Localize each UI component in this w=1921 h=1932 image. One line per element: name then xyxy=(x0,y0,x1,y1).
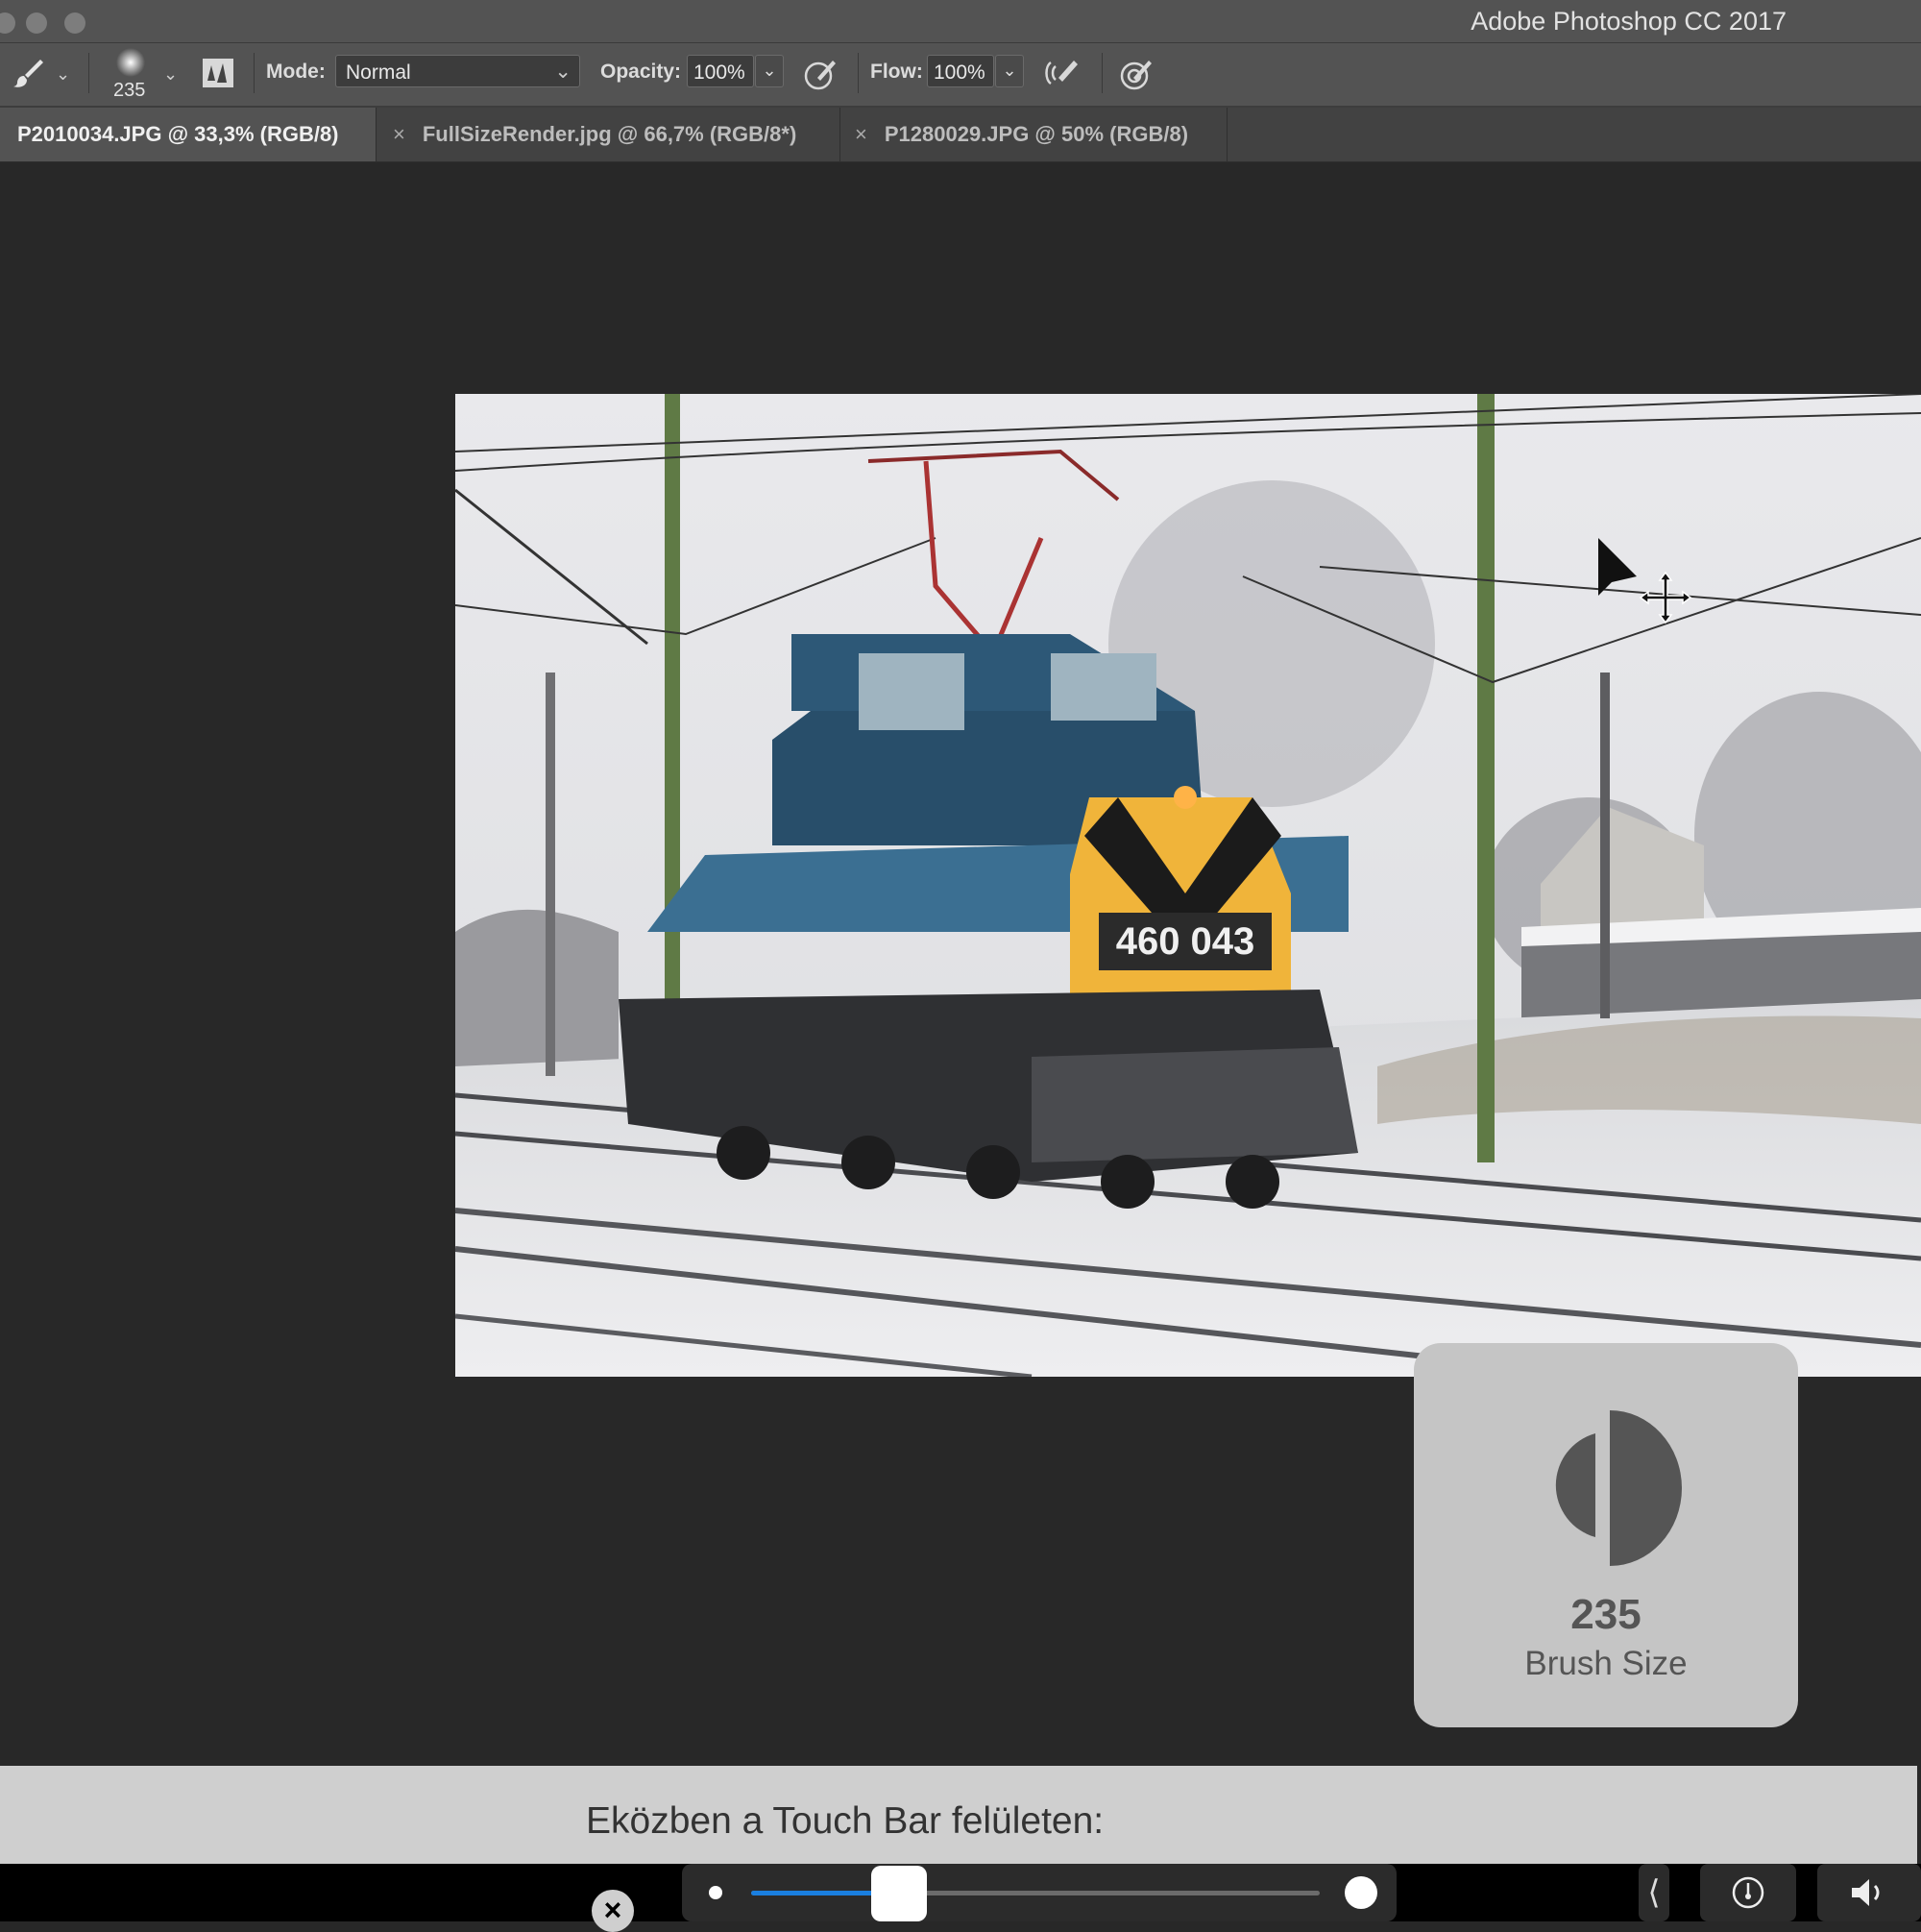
close-window-button[interactable] xyxy=(0,12,15,34)
canvas-image[interactable]: 460 043 xyxy=(455,394,1921,1377)
large-brush-icon xyxy=(1345,1876,1377,1909)
app-title: Adobe Photoshop CC 2017 xyxy=(1471,7,1787,36)
separator xyxy=(1102,53,1103,93)
separator xyxy=(254,53,255,93)
flow-input[interactable]: 100% xyxy=(927,55,994,87)
move-cursor-icon xyxy=(1598,538,1704,648)
opacity-input[interactable]: 100% xyxy=(687,55,754,87)
brush-size-hud: 235 Brush Size xyxy=(1414,1343,1798,1727)
separator xyxy=(88,53,89,93)
tab-label: P1280029.JPG @ 50% (RGB/8) xyxy=(884,122,1189,146)
flow-dropdown-button[interactable]: ⌄ xyxy=(995,55,1024,87)
brush-size-readout: 235 xyxy=(113,80,146,101)
tab-label: P2010034.JPG @ 33,3% (RGB/8) xyxy=(17,122,339,146)
chevron-left-icon: ⟨ xyxy=(1647,1874,1661,1911)
brush-size-icon xyxy=(1538,1410,1682,1571)
locomotive-number: 460 043 xyxy=(1116,920,1255,963)
hud-label: Brush Size xyxy=(1524,1645,1688,1682)
opacity-value: 100% xyxy=(693,61,745,84)
title-bar: Adobe Photoshop CC 2017 xyxy=(0,0,1921,43)
touchbar-brightness-button[interactable] xyxy=(1700,1864,1796,1921)
opacity-dropdown-button[interactable]: ⌄ xyxy=(755,55,784,87)
flow-value: 100% xyxy=(934,61,985,84)
brush-preset-icon[interactable] xyxy=(115,47,146,83)
touchbar-close-button[interactable]: × xyxy=(592,1890,634,1932)
brush-size-slider[interactable] xyxy=(682,1864,1397,1921)
tab-label: FullSizeRender.jpg @ 66,7% (RGB/8*) xyxy=(422,122,797,146)
tab-fullsizerender[interactable]: × FullSizeRender.jpg @ 66,7% (RGB/8*) xyxy=(377,108,840,161)
close-icon[interactable]: × xyxy=(393,122,405,146)
tab-p1280029[interactable]: × P1280029.JPG @ 50% (RGB/8) xyxy=(841,108,1228,161)
close-icon[interactable]: × xyxy=(855,122,867,146)
document-tabs: P2010034.JPG @ 33,3% (RGB/8) × FullSizeRe… xyxy=(0,108,1921,162)
minimize-window-button[interactable] xyxy=(26,12,47,34)
options-bar: ⌄ 235 ⌄ Mode: Normal ⌄ Opacity: 100% ⌄ F… xyxy=(0,43,1921,108)
brush-icon[interactable] xyxy=(12,57,44,94)
mode-label: Mode: xyxy=(266,61,326,83)
mode-select[interactable]: Normal ⌄ xyxy=(335,55,580,87)
slider-track[interactable] xyxy=(751,1866,1320,1921)
pressure-opacity-icon[interactable] xyxy=(804,57,839,96)
small-brush-icon xyxy=(709,1886,722,1899)
caption-text: Eközben a Touch Bar felületen: xyxy=(586,1800,1105,1842)
volume-icon xyxy=(1850,1877,1888,1913)
chevron-down-icon[interactable]: ⌄ xyxy=(56,64,70,85)
hud-value: 235 xyxy=(1570,1591,1641,1638)
opacity-label: Opacity: xyxy=(600,61,682,83)
chevron-down-icon: ⌄ xyxy=(554,61,571,83)
touchbar-volume-button[interactable] xyxy=(1817,1864,1921,1921)
caption-strip: Eközben a Touch Bar felületen: xyxy=(0,1766,1917,1864)
close-icon: × xyxy=(603,1893,622,1927)
toggle-brush-panel-icon[interactable] xyxy=(202,58,234,93)
touchbar-collapse-button[interactable]: ⟨ xyxy=(1639,1864,1669,1921)
mode-value: Normal xyxy=(346,61,411,84)
airbrush-icon[interactable] xyxy=(1043,57,1082,94)
brightness-icon xyxy=(1731,1875,1765,1915)
pressure-size-icon[interactable] xyxy=(1120,57,1155,96)
separator xyxy=(858,53,859,93)
zoom-window-button[interactable] xyxy=(64,12,85,34)
flow-label: Flow: xyxy=(870,61,923,83)
chevron-down-icon[interactable]: ⌄ xyxy=(163,64,178,85)
tab-p2010034[interactable]: P2010034.JPG @ 33,3% (RGB/8) xyxy=(0,108,377,161)
slider-thumb[interactable] xyxy=(870,1866,927,1921)
